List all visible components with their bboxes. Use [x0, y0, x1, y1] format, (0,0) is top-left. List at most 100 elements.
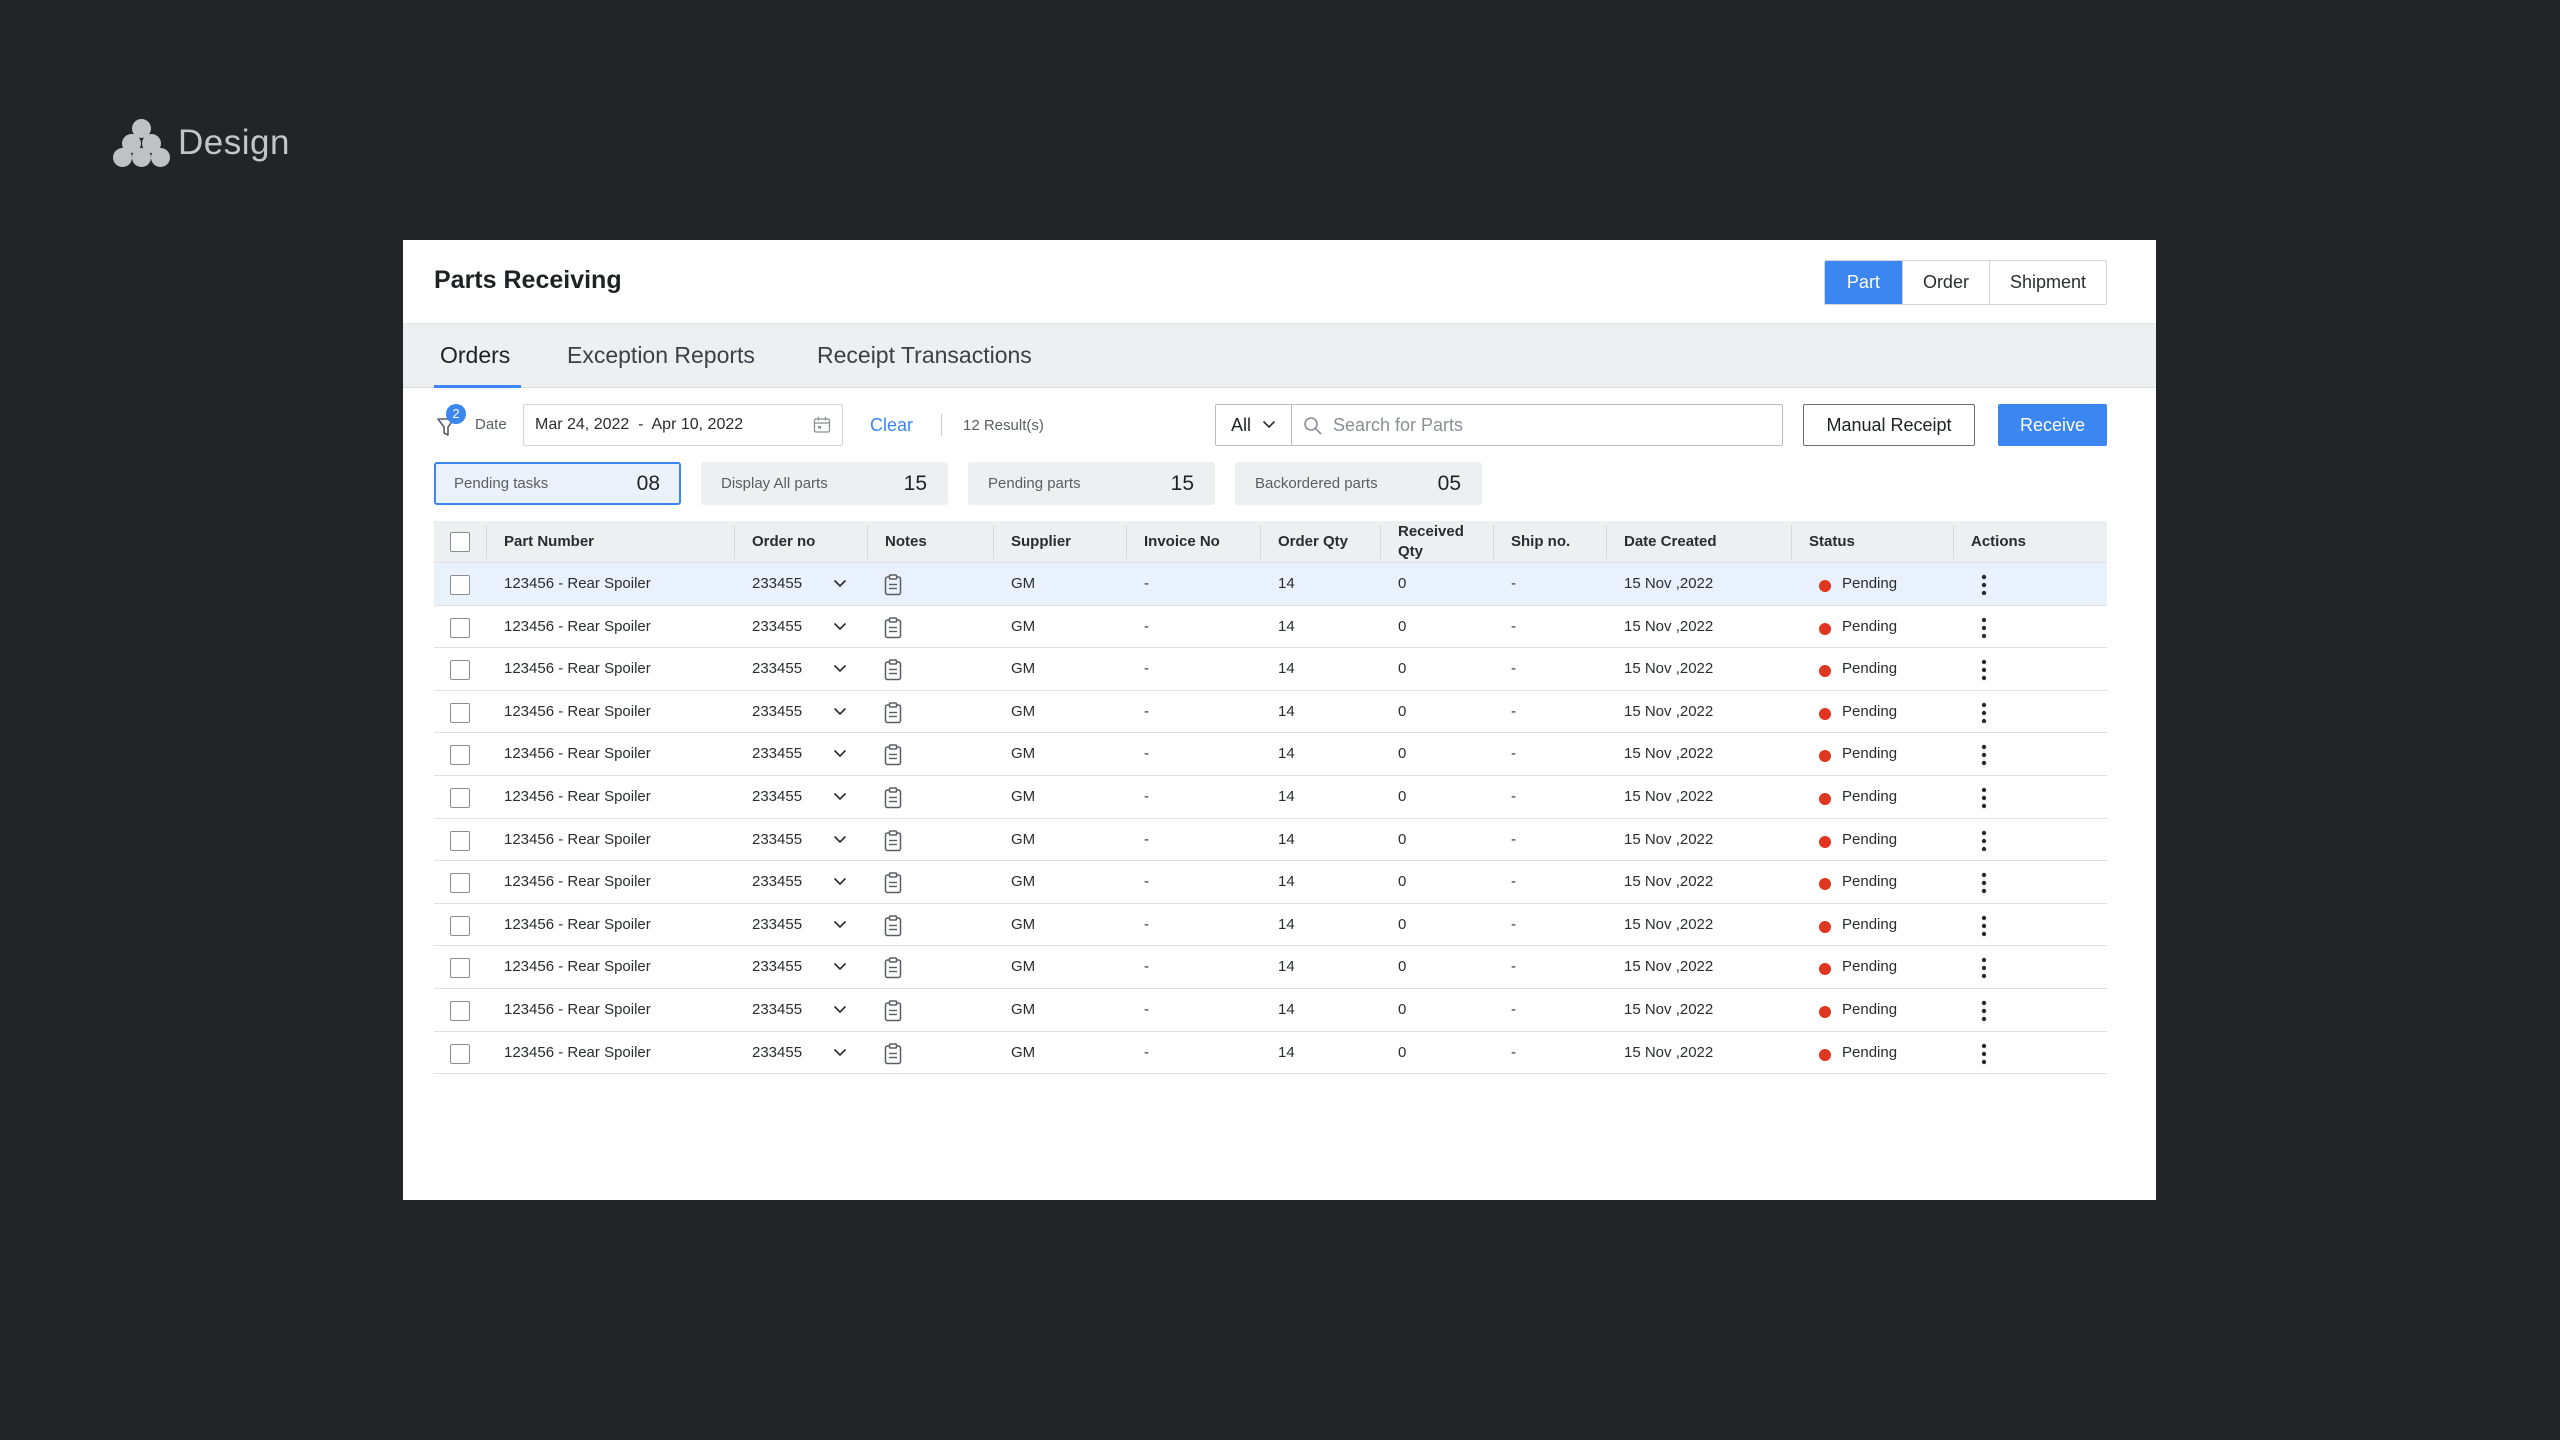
clipboard-notes-icon[interactable] — [884, 574, 902, 596]
row-checkbox[interactable] — [450, 958, 470, 979]
table-row[interactable]: 123456 - Rear Spoiler 233455 GM - 14 0 - 15 Nov… — [434, 989, 2107, 1032]
status-badge: Pending — [1842, 873, 1898, 891]
clipboard-notes-icon[interactable] — [884, 744, 902, 766]
row-checkbox[interactable] — [450, 660, 470, 681]
clipboard-notes-icon[interactable] — [884, 829, 902, 852]
more-vertical-icon[interactable] — [1974, 999, 1994, 1023]
cell-order-no: 233455 — [752, 702, 803, 720]
more-vertical-icon[interactable] — [1974, 871, 1994, 895]
chevron-down-icon[interactable] — [833, 749, 847, 758]
cell-part-number: 123456 - Rear Spoiler — [504, 575, 651, 592]
row-checkbox[interactable] — [450, 915, 470, 936]
tab-exception-reports[interactable]: Exception Reports — [567, 342, 755, 369]
col-invoice-no[interactable]: Invoice No — [1144, 533, 1220, 550]
chevron-down-icon[interactable] — [833, 664, 847, 673]
col-part-number[interactable]: Part Number — [504, 533, 594, 550]
more-vertical-icon[interactable] — [1974, 786, 1994, 810]
more-vertical-icon[interactable] — [1974, 829, 1994, 853]
chevron-down-icon[interactable] — [833, 707, 847, 716]
cell-date-created: 15 Nov ,2022 — [1624, 1000, 1714, 1018]
chevron-down-icon[interactable] — [833, 962, 847, 971]
table-row[interactable]: 123456 - Rear Spoiler 233455 GM - 14 0 - 15 Nov… — [434, 861, 2107, 904]
clipboard-notes-icon[interactable] — [884, 872, 902, 894]
more-vertical-icon[interactable] — [1974, 701, 1994, 725]
table-row[interactable]: 123456 - Rear Spoiler 233455 GM - 14 0 - 15 Nov… — [434, 691, 2107, 734]
chevron-down-icon[interactable] — [833, 920, 847, 929]
clear-filters-link[interactable]: Clear — [870, 415, 913, 436]
row-checkbox[interactable] — [450, 575, 470, 595]
chevron-down-icon[interactable] — [833, 1048, 847, 1057]
chevron-down-icon[interactable] — [833, 1005, 847, 1014]
col-order-qty[interactable]: Order Qty — [1278, 533, 1348, 550]
cell-supplier: GM — [1011, 617, 1036, 635]
cell-invoice-no: - — [1144, 702, 1149, 720]
table-row[interactable]: 123456 - Rear Spoiler 233455 GM - 14 0 - 15 Nov… — [434, 904, 2107, 947]
view-toggle-shipment[interactable]: Shipment — [1988, 261, 2106, 304]
row-checkbox[interactable] — [450, 1000, 470, 1021]
chevron-down-icon[interactable] — [833, 579, 847, 588]
clipboard-notes-icon[interactable] — [884, 702, 902, 724]
table-row[interactable]: 123456 - Rear Spoiler 233455 GM - 14 0 - 15 Nov… — [434, 946, 2107, 989]
clipboard-notes-icon[interactable] — [884, 659, 902, 681]
col-ship-no[interactable]: Ship no. — [1511, 533, 1570, 550]
more-vertical-icon[interactable] — [1974, 956, 1994, 980]
select-all-checkbox[interactable] — [450, 532, 470, 552]
more-vertical-icon[interactable] — [1974, 743, 1994, 767]
chip-display-all-parts[interactable]: Display All parts 15 — [701, 462, 948, 505]
view-toggle-order[interactable]: Order — [1901, 261, 1989, 304]
chevron-down-icon[interactable] — [833, 622, 847, 631]
cell-order-qty: 14 — [1278, 745, 1295, 763]
column-separator — [1260, 525, 1261, 559]
table-row[interactable]: 123456 - Rear Spoiler 233455 GM - 14 0 - 15 Nov… — [434, 648, 2107, 691]
chip-backordered-parts[interactable]: Backordered parts 05 — [1235, 462, 1482, 505]
col-date-created[interactable]: Date Created — [1624, 533, 1717, 550]
row-checkbox[interactable] — [450, 830, 470, 851]
receive-button[interactable]: Receive — [1998, 404, 2107, 446]
col-received-qty[interactable]: Received Qty — [1398, 522, 1464, 562]
table-row[interactable]: 123456 - Rear Spoiler 233455 GM - 14 0 - 15 Nov… — [434, 1032, 2107, 1075]
table-row[interactable]: 123456 - Rear Spoiler 233455 GM - 14 0 - 15 Nov… — [434, 606, 2107, 649]
more-vertical-icon[interactable] — [1974, 1042, 1994, 1066]
view-toggle-part[interactable]: Part — [1824, 261, 1902, 304]
tab-receipt-transactions[interactable]: Receipt Transactions — [817, 342, 1032, 369]
manual-receipt-button[interactable]: Manual Receipt — [1803, 404, 1975, 446]
row-checkbox[interactable] — [450, 745, 470, 766]
chip-pending-parts[interactable]: Pending parts 15 — [968, 462, 1215, 505]
chevron-down-icon[interactable] — [833, 792, 847, 801]
row-checkbox[interactable] — [450, 702, 470, 723]
cell-supplier: GM — [1011, 915, 1036, 933]
table-row[interactable]: 123456 - Rear Spoiler 233455 GM - 14 0 - 15 Nov… — [434, 819, 2107, 862]
row-checkbox[interactable] — [450, 1043, 470, 1064]
more-vertical-icon[interactable] — [1974, 658, 1994, 682]
more-vertical-icon[interactable] — [1974, 616, 1994, 640]
col-order-no[interactable]: Order no — [752, 533, 815, 550]
chip-count: 15 — [903, 472, 927, 495]
col-status[interactable]: Status — [1809, 533, 1855, 550]
clipboard-notes-icon[interactable] — [884, 957, 902, 979]
table-row[interactable]: 123456 - Rear Spoiler 233455 GM - 14 0 - 15 Nov… — [434, 733, 2107, 776]
table-row[interactable]: 123456 - Rear Spoiler 233455 GM - 14 0 - 15 Nov… — [434, 563, 2107, 606]
tab-orders[interactable]: Orders — [440, 342, 510, 369]
toolbar-divider — [941, 414, 942, 436]
col-notes[interactable]: Notes — [885, 533, 927, 550]
table-row[interactable]: 123456 - Rear Spoiler 233455 GM - 14 0 - 15 Nov… — [434, 776, 2107, 819]
view-toggle: Part Order Shipment — [1823, 260, 2107, 305]
row-checkbox[interactable] — [450, 873, 470, 894]
chip-pending-tasks[interactable]: Pending tasks 08 — [434, 462, 681, 505]
search-input[interactable] — [1292, 405, 1782, 445]
more-vertical-icon[interactable] — [1974, 914, 1994, 938]
clipboard-notes-icon[interactable] — [884, 616, 902, 639]
search-scope-select[interactable]: All — [1216, 405, 1292, 445]
clipboard-notes-icon[interactable] — [884, 1000, 902, 1022]
clipboard-notes-icon[interactable] — [884, 787, 902, 809]
more-vertical-icon[interactable] — [1974, 573, 1994, 597]
row-checkbox[interactable] — [450, 617, 470, 638]
clipboard-notes-icon[interactable] — [884, 915, 902, 937]
col-supplier[interactable]: Supplier — [1011, 533, 1071, 550]
row-checkbox[interactable] — [450, 787, 470, 808]
clipboard-notes-icon[interactable] — [884, 1042, 902, 1065]
cell-part-number: 123456 - Rear Spoiler — [504, 745, 651, 763]
date-range-picker[interactable]: Mar 24, 2022 - Apr 10, 2022 — [523, 404, 843, 446]
chevron-down-icon[interactable] — [833, 877, 847, 886]
chevron-down-icon[interactable] — [833, 835, 847, 844]
